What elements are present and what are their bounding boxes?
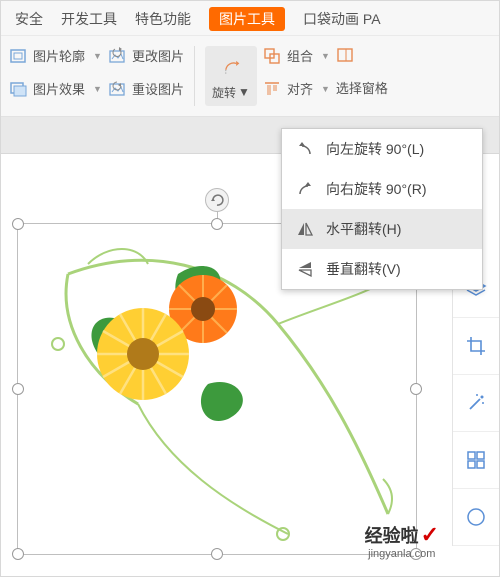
tab-pocket-anim[interactable]: 口袋动画 PA	[303, 9, 381, 29]
label: 选择窗格	[336, 78, 388, 97]
label: 水平翻转(H)	[326, 219, 401, 239]
label: 图片效果	[33, 79, 85, 98]
tab-devtools[interactable]: 开发工具	[61, 9, 117, 29]
tab-special[interactable]: 特色功能	[135, 9, 191, 29]
btn-change-picture[interactable]: 更改图片	[108, 46, 184, 65]
btn-picture-effects[interactable]: 图片效果 ▼	[9, 79, 102, 98]
label: 向右旋转 90°(R)	[326, 179, 427, 199]
magic-wand-icon	[465, 392, 487, 414]
label: 图片轮廓	[33, 46, 85, 65]
tab-picture-tools[interactable]: 图片工具	[209, 7, 285, 31]
rotate-icon	[217, 52, 245, 80]
rotate-dropdown-menu: 向左旋转 90°(L) 向右旋转 90°(R) 水平翻转(H) 垂直翻转(V)	[281, 128, 483, 290]
crop-icon	[465, 335, 487, 357]
tab-security[interactable]: 安全	[15, 9, 43, 29]
ribbon-separator	[194, 46, 195, 106]
side-layout-button[interactable]	[453, 432, 499, 489]
side-crop-button[interactable]	[453, 318, 499, 375]
rotate-left-icon	[296, 140, 314, 158]
menu-flip-vertical[interactable]: 垂直翻转(V)	[282, 249, 482, 289]
label: 组合	[287, 46, 313, 65]
flip-horizontal-icon	[296, 220, 314, 238]
resize-handle-mr[interactable]	[410, 383, 422, 395]
watermark-url: jingyanla.com	[365, 548, 439, 560]
rotate-right-icon	[296, 180, 314, 198]
selection-pane-icon	[336, 46, 354, 64]
resize-handle-ml[interactable]	[12, 383, 24, 395]
btn-group[interactable]: 组合 ▼	[263, 46, 330, 65]
label: 垂直翻转(V)	[326, 259, 401, 279]
btn-rotate[interactable]: 旋转▼	[205, 46, 257, 106]
layout-icon	[465, 449, 487, 471]
side-magic-button[interactable]	[453, 375, 499, 432]
btn-selection-pane[interactable]: 选择窗格	[336, 78, 388, 97]
btn-reset-picture[interactable]: 重设图片	[108, 79, 184, 98]
watermark-title: 经验啦	[365, 526, 419, 546]
resize-handle-bm[interactable]	[211, 548, 223, 560]
resize-handle-bl[interactable]	[12, 548, 24, 560]
check-icon: ✓	[421, 522, 439, 547]
chevron-down-icon: ▼	[93, 51, 102, 61]
align-icon	[263, 80, 281, 98]
picture-outline-icon	[9, 47, 27, 65]
more-icon	[465, 506, 487, 528]
chevron-down-icon: ▼	[93, 84, 102, 94]
btn-align[interactable]: 对齐 ▼	[263, 79, 330, 98]
resize-handle-tm[interactable]	[211, 218, 223, 230]
btn-selection-pane-top[interactable]	[336, 46, 388, 64]
menu-rotate-left[interactable]: 向左旋转 90°(L)	[282, 129, 482, 169]
chevron-down-icon: ▼	[238, 85, 250, 99]
picture-effects-icon	[9, 80, 27, 98]
label: 对齐	[287, 79, 313, 98]
chevron-down-icon: ▼	[321, 84, 330, 94]
rotation-handle[interactable]	[205, 188, 229, 212]
side-more-button[interactable]	[453, 489, 499, 546]
reset-picture-icon	[108, 80, 126, 98]
group-icon	[263, 47, 281, 65]
side-toolbar	[452, 261, 499, 546]
watermark: 经验啦✓ jingyanla.com	[365, 522, 439, 560]
menu-rotate-right[interactable]: 向右旋转 90°(R)	[282, 169, 482, 209]
resize-handle-tl[interactable]	[12, 218, 24, 230]
label: 重设图片	[132, 79, 184, 98]
label: 更改图片	[132, 46, 184, 65]
flip-vertical-icon	[296, 260, 314, 278]
chevron-down-icon: ▼	[321, 51, 330, 61]
label: 旋转	[212, 84, 236, 101]
menu-flip-horizontal[interactable]: 水平翻转(H)	[282, 209, 482, 249]
btn-picture-outline[interactable]: 图片轮廓 ▼	[9, 46, 102, 65]
label: 向左旋转 90°(L)	[326, 139, 424, 159]
change-picture-icon	[108, 47, 126, 65]
